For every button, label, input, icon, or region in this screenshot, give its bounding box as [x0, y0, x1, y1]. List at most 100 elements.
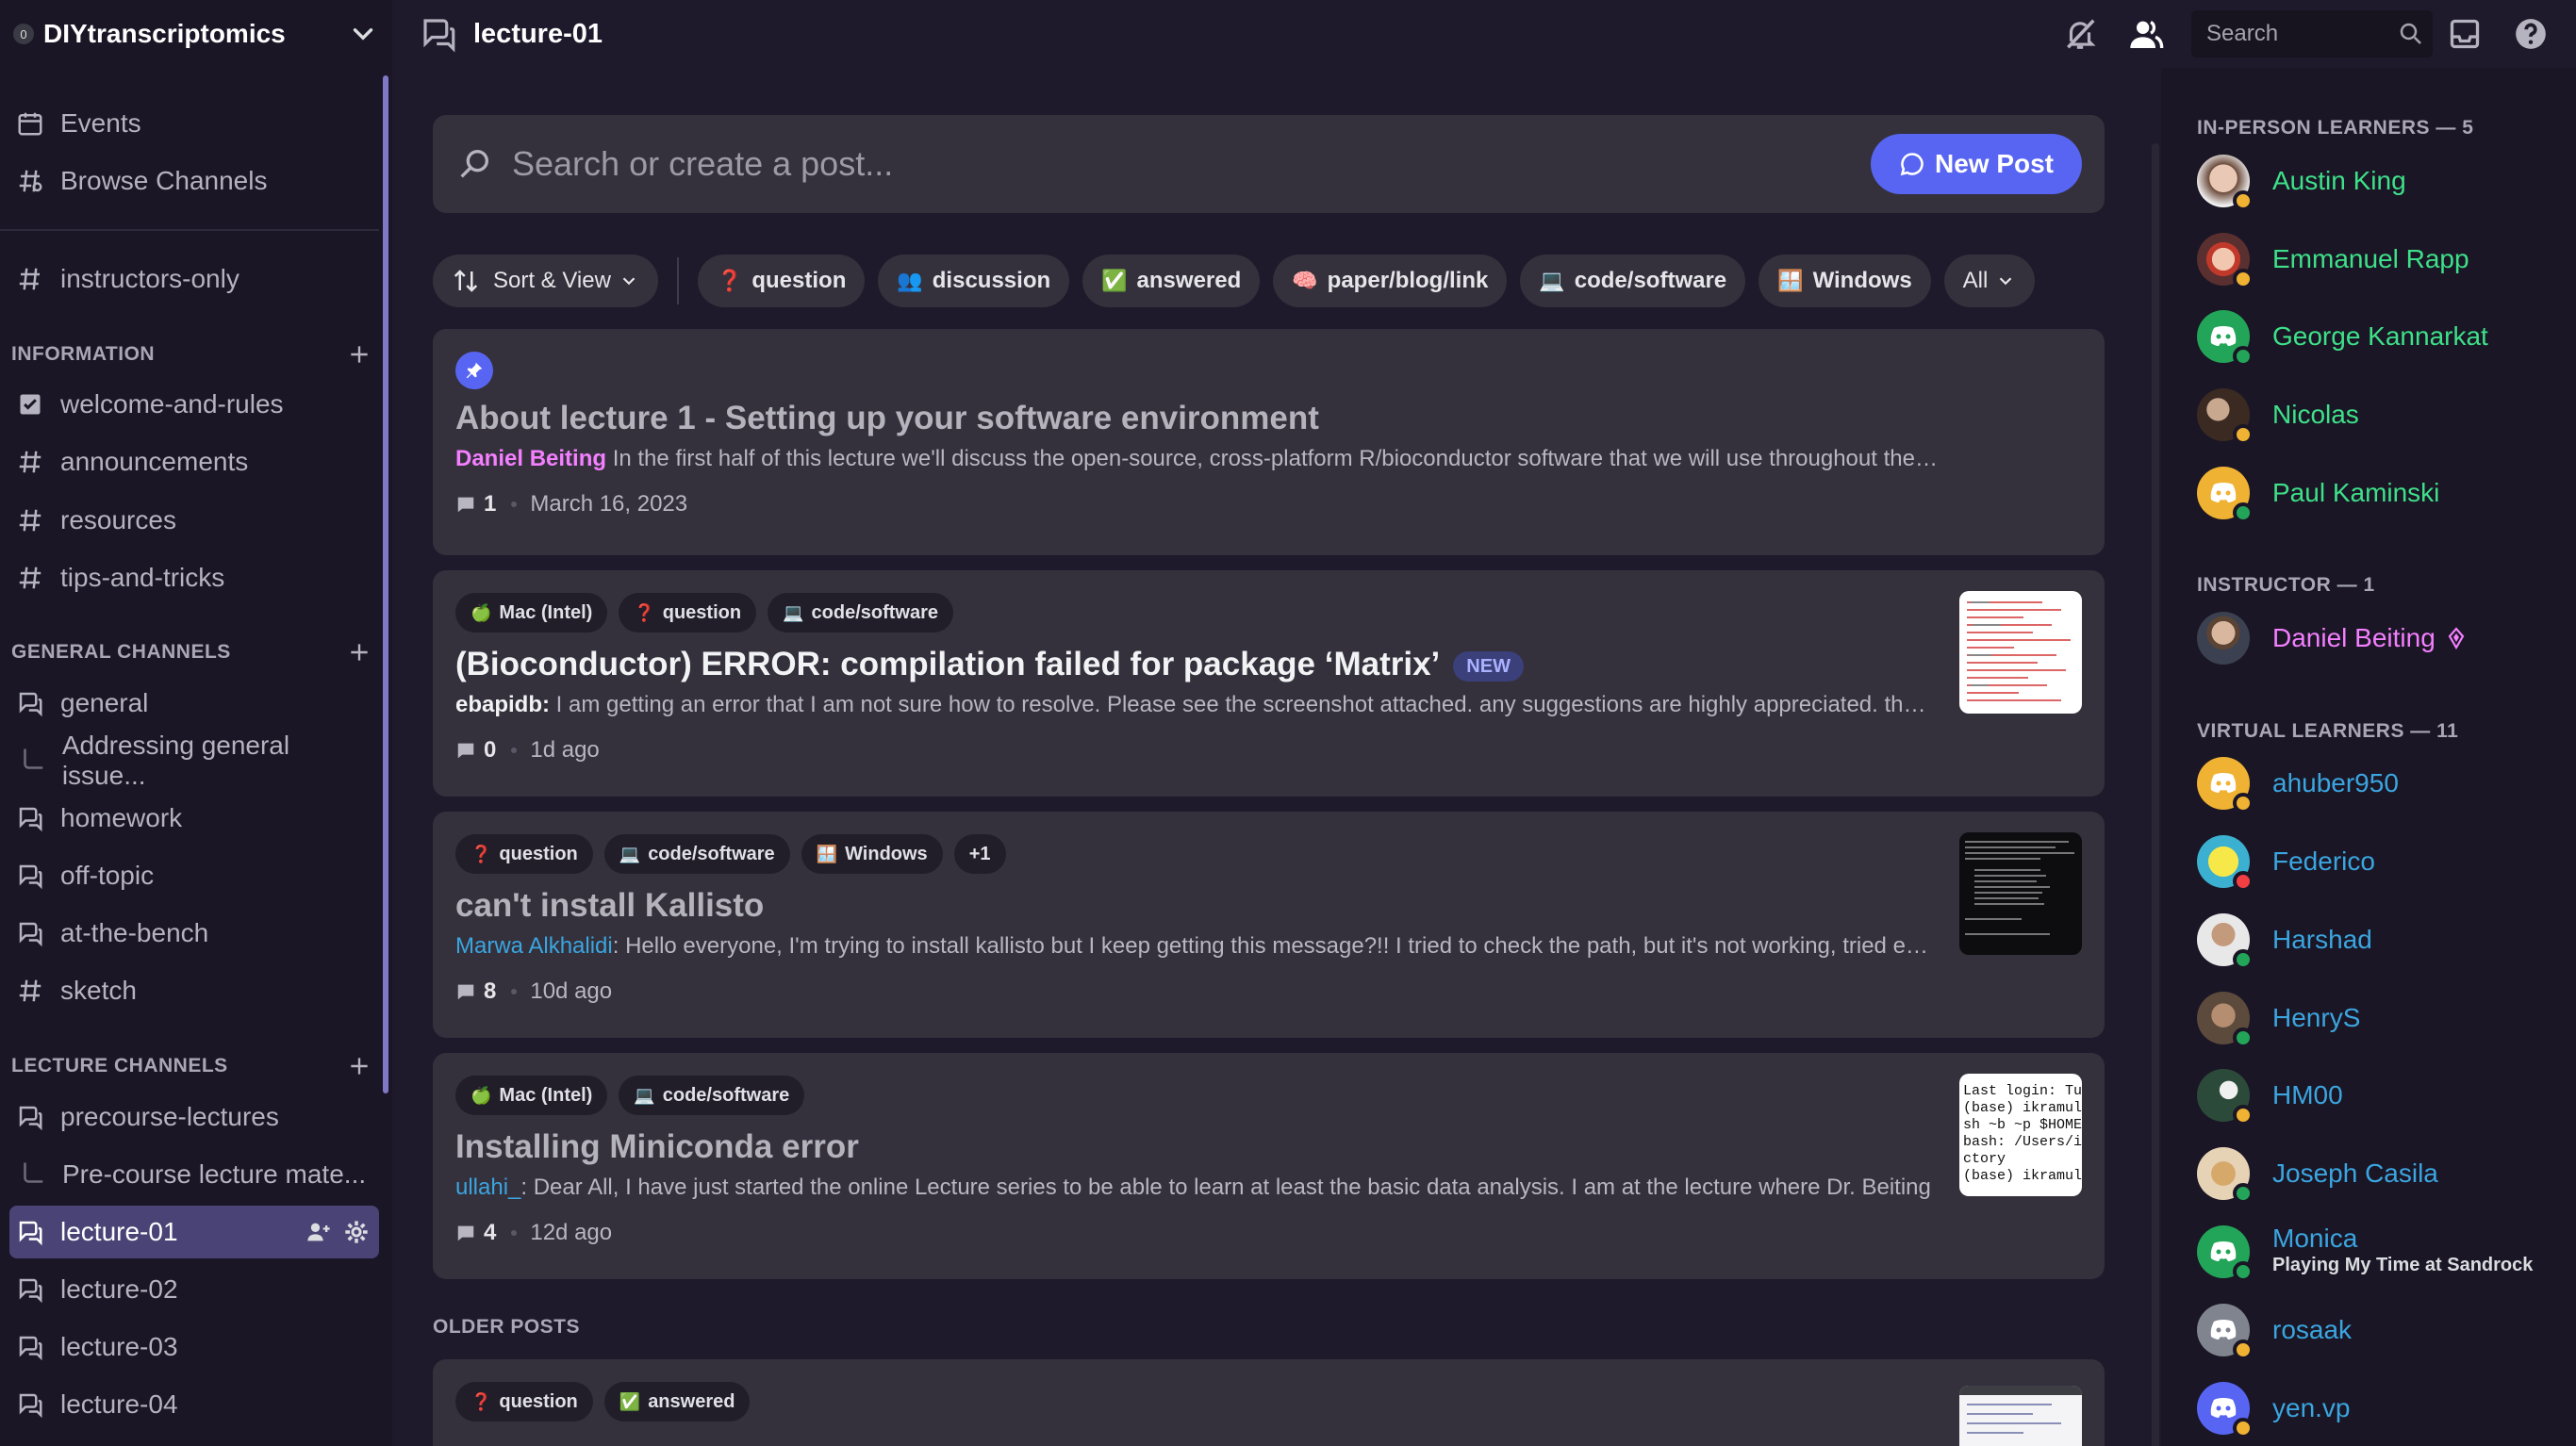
member-item[interactable]: Harshad [2197, 909, 2565, 971]
new-post-button[interactable]: New Post [1870, 134, 2082, 194]
meta-separator [511, 748, 518, 753]
sidebar-item-events[interactable]: Events [9, 97, 379, 150]
forum-icon [13, 1273, 47, 1306]
post-search-bar[interactable]: Search or create a post... New Post [433, 115, 2105, 213]
thumbnail-text-line: bash: /Users/i [1963, 1134, 2082, 1150]
sidebar-item-lecture-01[interactable]: lecture-01 [9, 1206, 379, 1258]
post-thumbnail [1959, 1386, 2082, 1446]
help-icon[interactable] [2512, 15, 2550, 53]
forum-post[interactable]: ❓ question ✅ answered [433, 1359, 2105, 1446]
question-icon: ❓ [634, 602, 655, 622]
question-icon: ❓ [716, 269, 743, 292]
server-header[interactable]: 0 DIYtranscriptomics [0, 0, 392, 68]
post-tag: 💻 code/software [768, 593, 953, 633]
post-snippet: ebapidb: I am getting an error that I am… [455, 692, 1938, 718]
sidebar-item-sketch[interactable]: sketch [9, 964, 379, 1017]
member-list-icon[interactable] [2127, 15, 2165, 53]
top-search-input[interactable]: Search [2191, 10, 2433, 58]
notification-mute-icon[interactable] [2061, 15, 2099, 53]
category-information[interactable]: INFORMATION [11, 336, 372, 373]
chat-bubble-icon [1899, 151, 1925, 177]
sidebar-scrollbar[interactable] [383, 75, 388, 1093]
sidebar-item-at-the-bench[interactable]: at-the-bench [9, 907, 379, 960]
member-item[interactable]: rosaak [2197, 1299, 2565, 1361]
post-author: Marwa Alkhalidi [455, 933, 613, 959]
member-item[interactable]: HenryS [2197, 987, 2565, 1049]
member-item[interactable]: HM00 [2197, 1064, 2565, 1126]
member-item[interactable]: Daniel Beiting [2197, 607, 2565, 669]
filter-tag-label: paper/blog/link [1327, 268, 1489, 293]
sort-view-button[interactable]: Sort & View [433, 255, 658, 307]
forum-post[interactable]: 🍏 Mac (Intel) ❓ question 💻 code/software (B… [433, 570, 2105, 797]
member-item[interactable]: Nicolas [2197, 384, 2565, 446]
invite-member-icon[interactable] [305, 1219, 332, 1245]
status-dnd-icon [2233, 871, 2254, 892]
apple-icon: 🍏 [471, 1085, 492, 1105]
member-item[interactable]: Austin King [2197, 150, 2565, 212]
laptop-icon: 💻 [783, 602, 804, 622]
filter-tag-paper-blog-link[interactable]: 🧠 paper/blog/link [1273, 255, 1508, 307]
sidebar-item-homework[interactable]: homework [9, 792, 379, 845]
member-name: ahuber950 [2272, 768, 2399, 797]
filter-tag-windows[interactable]: 🪟 Windows [1759, 255, 1931, 307]
forum-icon [13, 686, 47, 720]
sidebar-thread-addressing-general-issues[interactable]: Addressing general issue... [9, 731, 379, 790]
member-item[interactable]: Paul Kaminski [2197, 462, 2565, 524]
forum-post-pinned[interactable]: About lecture 1 - Setting up your softwa… [433, 329, 2105, 555]
category-lecture-channels[interactable]: LECTURE CHANNELS [11, 1047, 372, 1085]
member-item[interactable]: Federico [2197, 830, 2565, 893]
sidebar-thread-pre-course-lecture-materials[interactable]: Pre-course lecture mate... [9, 1148, 379, 1201]
filter-tag-discussion[interactable]: 👥 discussion [878, 255, 1070, 307]
member-item[interactable]: Emmanuel Rapp [2197, 228, 2565, 290]
comment-count: 0 [484, 737, 497, 763]
sidebar-item-lecture-02[interactable]: lecture-02 [9, 1263, 379, 1316]
sidebar-item-label: welcome-and-rules [60, 389, 284, 419]
avatar [2197, 992, 2254, 1048]
comment-count: 1 [484, 491, 497, 517]
member-item[interactable]: yen.vp [2197, 1377, 2565, 1439]
post-tag-label: code/software [811, 601, 938, 623]
add-channel-icon[interactable] [347, 640, 372, 665]
sidebar-item-lecture-04[interactable]: lecture-04 [9, 1378, 379, 1431]
filter-tag-answered[interactable]: ✅ answered [1082, 255, 1261, 307]
hash-icon [13, 974, 47, 1008]
sidebar-item-tips-and-tricks[interactable]: tips-and-tricks [9, 551, 379, 604]
laptop-icon: 💻 [619, 844, 641, 863]
gear-icon[interactable] [343, 1219, 370, 1245]
sidebar-item-off-topic[interactable]: off-topic [9, 849, 379, 902]
inbox-icon[interactable] [2446, 15, 2484, 53]
forum-post[interactable]: ❓ question 💻 code/software 🪟 Windows +1 can… [433, 812, 2105, 1038]
post-snippet: Marwa Alkhalidi: Hello everyone, I'm try… [455, 933, 1938, 960]
sidebar-item-general[interactable]: general [9, 677, 379, 730]
chevron-down-icon[interactable] [347, 18, 379, 50]
member-group-header: IN-PERSON LEARNERS — 5 [2197, 117, 2474, 139]
filter-tag-question[interactable]: ❓ question [697, 255, 866, 307]
filter-all-dropdown[interactable]: All [1943, 255, 2036, 307]
main-scrollbar[interactable] [2152, 143, 2159, 1446]
sidebar-item-lecture-03[interactable]: lecture-03 [9, 1321, 379, 1373]
member-item[interactable]: Monica Playing My Time at Sandrock [2197, 1221, 2565, 1283]
member-item[interactable]: ahuber950 [2197, 752, 2565, 814]
forum-post[interactable]: 🍏 Mac (Intel) 💻 code/software Installing M… [433, 1053, 2105, 1279]
discord-logo-icon [2210, 1398, 2237, 1418]
member-item[interactable]: George Kannarkat [2197, 305, 2565, 368]
sidebar-item-browse-channels[interactable]: Browse Channels [9, 155, 379, 207]
post-snippet: Daniel Beiting In the first half of this… [455, 446, 1938, 472]
hash-icon [13, 503, 47, 537]
add-channel-icon[interactable] [347, 342, 372, 367]
category-general-channels[interactable]: GENERAL CHANNELS [11, 633, 372, 671]
sidebar-item-instructors-only[interactable]: instructors-only [9, 253, 379, 305]
avatar [2197, 757, 2254, 813]
filter-tag-label: discussion [932, 268, 1051, 293]
sidebar-item-resources[interactable]: resources [9, 494, 379, 547]
add-channel-icon[interactable] [347, 1054, 372, 1078]
status-idle-icon [2233, 1105, 2254, 1126]
sidebar-item-announcements[interactable]: announcements [9, 435, 379, 488]
sidebar-item-precourse-lectures[interactable]: precourse-lectures [9, 1091, 379, 1143]
member-group-header: VIRTUAL LEARNERS — 11 [2197, 720, 2459, 742]
filter-tag-code-software[interactable]: 💻 code/software [1520, 255, 1746, 307]
forum-icon [13, 1388, 47, 1421]
member-item[interactable]: Joseph Casila [2197, 1142, 2565, 1205]
sidebar-item-welcome-and-rules[interactable]: welcome-and-rules [9, 378, 379, 431]
status-idle-icon [2233, 190, 2254, 211]
